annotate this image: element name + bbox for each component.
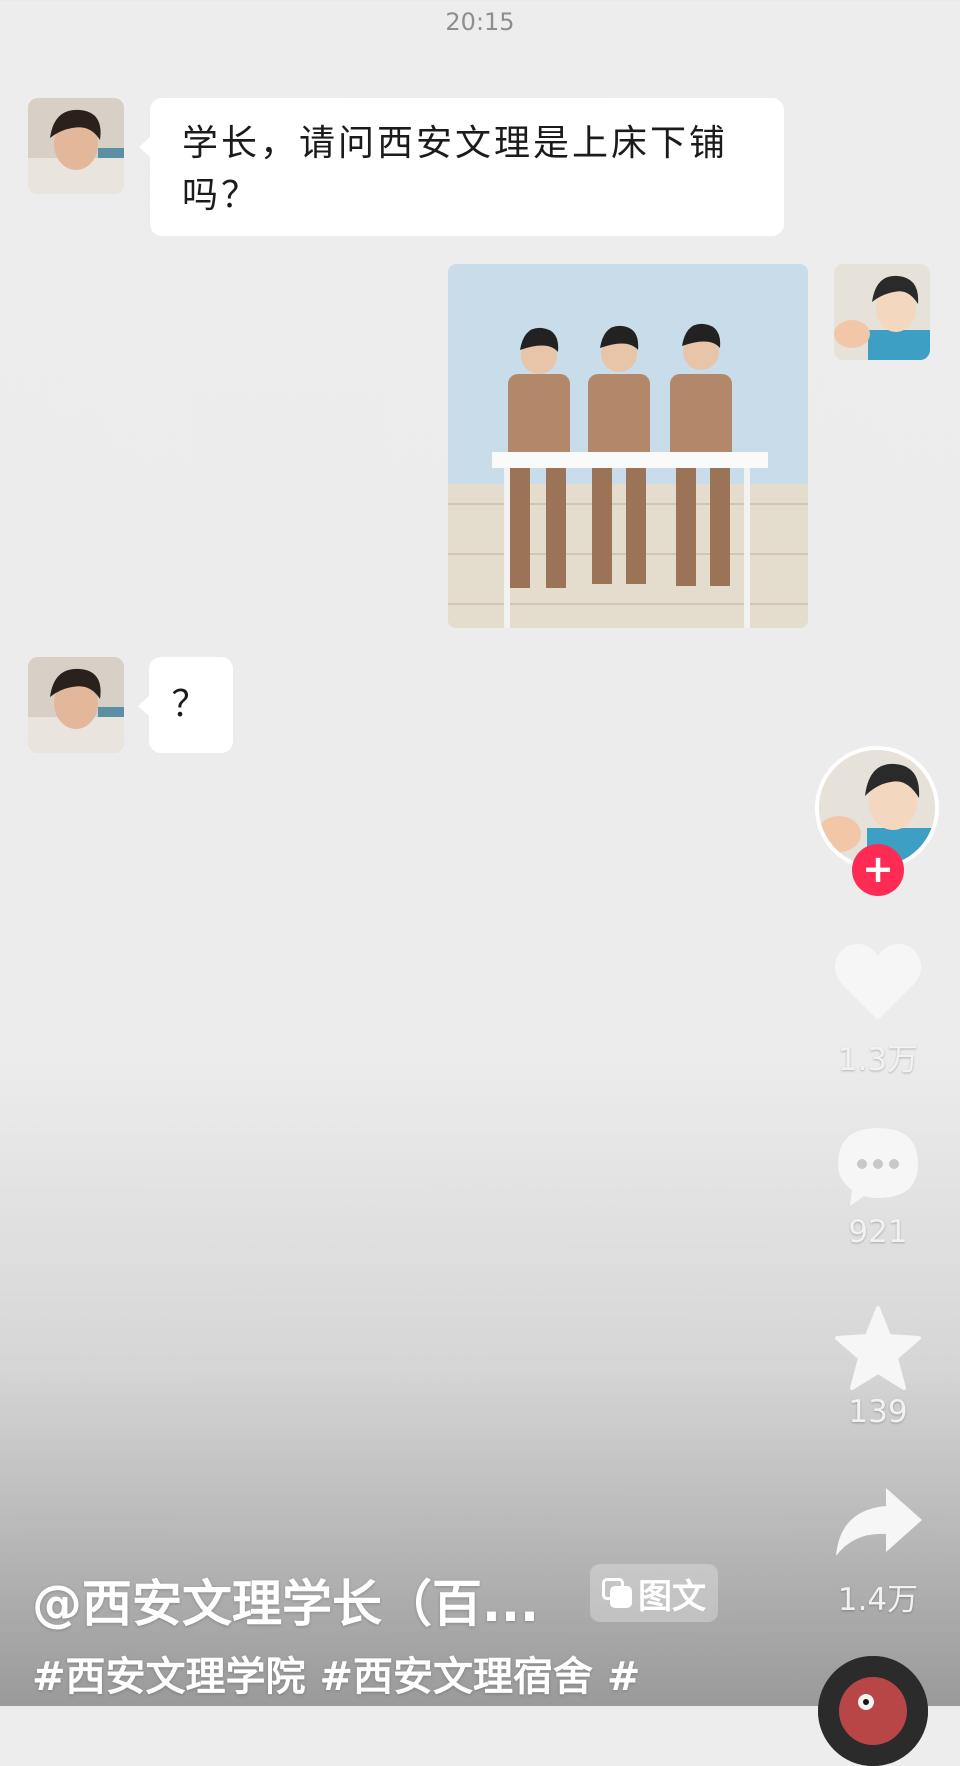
message-text: ？ (171, 684, 211, 725)
message-bubble[interactable]: 学长，请问西安文理是上床下铺吗？ (150, 98, 784, 236)
share-count: 1.4万 (837, 1582, 919, 1618)
message-text: 学长，请问西安文理是上床下铺吗？ (182, 123, 729, 216)
hashtag-line[interactable]: #西安文理学院 #西安文理宿舍 # (32, 1644, 640, 1702)
chat-timestamp: 20:15 (445, 8, 515, 36)
sender-avatar[interactable] (28, 657, 124, 753)
like-count: 1.3万 (837, 1042, 919, 1078)
shared-image[interactable] (448, 264, 808, 628)
favorite-count: 139 (848, 1394, 908, 1430)
my-avatar[interactable] (834, 264, 930, 360)
sender-avatar[interactable] (28, 98, 124, 194)
like-icon[interactable] (808, 940, 948, 1028)
message-bubble[interactable]: ？ (149, 657, 233, 753)
music-disc-icon[interactable] (818, 1656, 928, 1766)
badge-label: 图文 (638, 1576, 706, 1617)
image-text-badge[interactable]: 图文 (590, 1564, 718, 1622)
gallery-icon (602, 1578, 632, 1608)
author-name[interactable]: @西安文理学长（百... (32, 1564, 539, 1636)
comment-count: 921 (848, 1214, 908, 1250)
share-icon[interactable] (808, 1486, 948, 1562)
comment-icon[interactable] (808, 1124, 948, 1212)
favorite-icon[interactable] (808, 1306, 948, 1394)
follow-button[interactable]: + (852, 844, 904, 896)
